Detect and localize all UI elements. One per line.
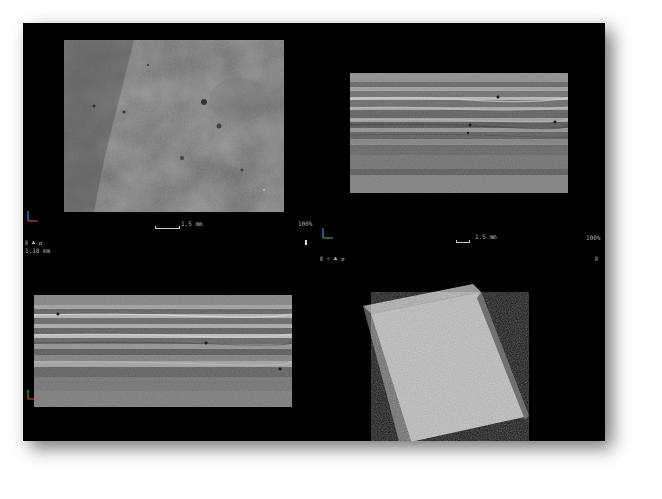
axis-triad-icon (27, 390, 38, 400)
zoom-label-top-left: 100% (298, 221, 313, 228)
top-view-slice-image[interactable] (64, 40, 284, 212)
scale-label-top-right: 1.5 mm (475, 234, 497, 241)
slice-slider-handle[interactable] (305, 240, 307, 245)
axis-triad-icon (27, 211, 38, 222)
scale-label-top-left: 1.5 mm (181, 221, 203, 228)
corner-icon-top-right: Ⅱ (595, 256, 598, 263)
3d-volume-render[interactable] (353, 278, 553, 441)
scale-bar-top-left (155, 225, 180, 229)
microct-viewer: 1.5 mm Ⅱ ♣ ⇄ 1.18 mm 100% 1.5 mm 100% Ⅱ … (23, 23, 605, 441)
scale-bar-top-right (456, 239, 470, 243)
view-info-top-right: Ⅱ ☼ ♣ ⇄ (320, 256, 345, 263)
axis-triad-icon (322, 228, 333, 239)
front-view-slice-image[interactable] (34, 295, 292, 407)
zoom-label-top-right: 100% (586, 235, 601, 242)
view-info-line-1: Ⅱ ♣ ⇄ (25, 240, 43, 247)
side-view-slice-image[interactable] (350, 73, 568, 193)
view-info-line-2: 1.18 mm (25, 248, 51, 255)
